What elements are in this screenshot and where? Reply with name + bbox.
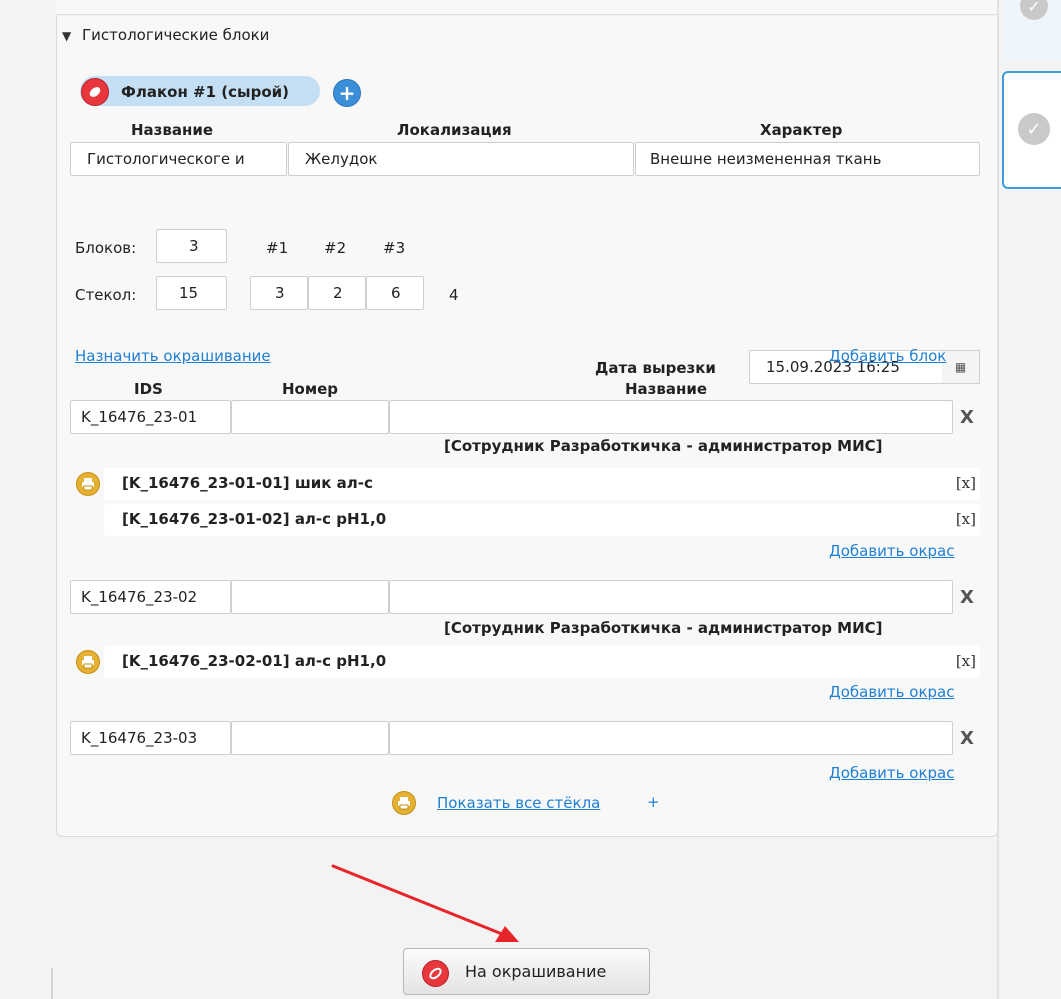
slides-block-1-input[interactable]: 3 (250, 276, 308, 310)
slide-label: [K_16476_23-01-02] ал-с рН1,0 (122, 510, 387, 528)
remove-block-2-button[interactable]: X (960, 587, 974, 608)
cutout-date-label: Дата вырезки (595, 359, 716, 377)
block-1-number[interactable] (231, 400, 389, 434)
block-header-2: #2 (324, 239, 347, 257)
right-card-selected[interactable]: ✓ (1002, 71, 1061, 189)
table-header-name: Название (625, 380, 708, 398)
slides-block-3-input[interactable]: 6 (366, 276, 424, 310)
blocks-count-input[interactable]: 3 (156, 229, 227, 263)
remove-slide-button[interactable]: [x] (956, 652, 976, 670)
remove-block-3-button[interactable]: X (960, 728, 974, 749)
printer-icon[interactable] (76, 472, 100, 496)
slides-remaining: 4 (449, 286, 459, 304)
show-all-slides-link[interactable]: Показать все стёкла (437, 794, 600, 812)
check-icon: ✓ (1018, 113, 1050, 145)
right-card-top[interactable]: ✓ (1002, 0, 1061, 62)
section-title: Гистологические блоки (82, 26, 270, 44)
header-character: Характер (760, 121, 843, 139)
annotation-arrow (331, 864, 519, 942)
add-block-link[interactable]: Добавить блок (829, 347, 946, 365)
add-stain-link-block-2[interactable]: Добавить окрас (829, 683, 954, 701)
calendar-button[interactable]: ▦ (942, 350, 980, 384)
block-3-name[interactable] (389, 721, 953, 755)
section-header[interactable]: ▼ Гистологические блоки (62, 26, 269, 44)
vial-icon (422, 960, 449, 987)
blocks-label: Блоков: (75, 239, 137, 257)
add-vial-icon[interactable]: + (333, 79, 361, 107)
block-header-1: #1 (266, 239, 289, 257)
block-2-name[interactable] (389, 580, 953, 614)
slide-row[interactable]: [K_16476_23-01-02] ал-с рН1,0 [x] (104, 504, 980, 536)
left-border (51, 968, 53, 999)
block-2-number[interactable] (231, 580, 389, 614)
slide-row[interactable]: [K_16476_23-01-01] шик ал-с [x] (104, 468, 980, 500)
block-1-ids[interactable]: K_16476_23-01 (70, 400, 231, 434)
slide-label: [K_16476_23-01-01] шик ал-с (122, 474, 373, 492)
block-header-3: #3 (383, 239, 406, 257)
header-name: Название (131, 121, 214, 139)
send-to-staining-label: На окрашивание (465, 962, 607, 981)
panel-divider (997, 0, 999, 999)
slides-block-2-input[interactable]: 2 (308, 276, 366, 310)
vial-icon (81, 78, 109, 106)
remove-slide-button[interactable]: [x] (956, 474, 976, 492)
block-2-ids[interactable]: K_16476_23-02 (70, 580, 231, 614)
slide-row[interactable]: [K_16476_23-02-01] ал-с рН1,0 [x] (104, 646, 980, 678)
remove-slide-button[interactable]: [x] (956, 510, 976, 528)
vial-label: Флакон #1 (сырой) (121, 83, 290, 101)
remove-block-1-button[interactable]: X (960, 407, 974, 428)
chevron-down-icon: ▼ (62, 29, 72, 43)
block-1-owner: [Сотрудник Разработкичка - администратор… (444, 437, 883, 455)
block-2-owner: [Сотрудник Разработкичка - администратор… (444, 619, 883, 637)
send-to-staining-button[interactable]: На окрашивание (403, 948, 650, 995)
slide-label: [K_16476_23-02-01] ал-с рН1,0 (122, 652, 387, 670)
check-icon: ✓ (1020, 0, 1048, 20)
character-field[interactable]: Внешне неизмененная ткань (635, 142, 980, 176)
localization-field[interactable]: Желудок (288, 142, 634, 176)
slides-label: Стекол: (75, 286, 137, 304)
panel-top-strip (56, 0, 997, 15)
block-3-number[interactable] (231, 721, 389, 755)
name-field[interactable]: Гистологическоге и (70, 142, 287, 176)
table-header-ids: IDS (134, 380, 163, 398)
printer-icon[interactable] (392, 791, 416, 815)
table-header-number: Номер (282, 380, 339, 398)
printer-icon[interactable] (76, 650, 100, 674)
add-stain-link-block-3[interactable]: Добавить окрас (829, 764, 954, 782)
expand-plus[interactable]: + (647, 793, 660, 811)
header-localization: Локализация (397, 121, 512, 139)
block-1-name[interactable] (389, 400, 953, 434)
slides-count-input[interactable]: 15 (156, 276, 227, 310)
assign-stain-link[interactable]: Назначить окрашивание (75, 347, 271, 365)
block-3-ids[interactable]: K_16476_23-03 (70, 721, 231, 755)
calendar-icon: ▦ (954, 360, 967, 374)
add-stain-link-block-1[interactable]: Добавить окрас (829, 542, 954, 560)
